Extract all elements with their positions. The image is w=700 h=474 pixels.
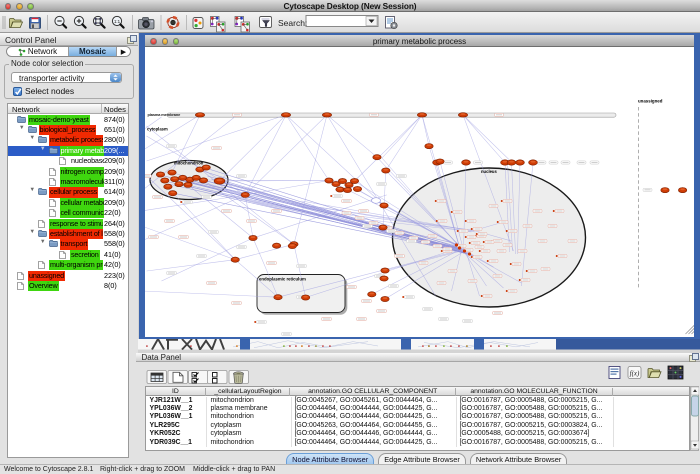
svg-text:1:1: 1:1	[114, 19, 121, 24]
svg-text:f(x): f(x)	[629, 370, 639, 378]
svg-text:nucleus: nucleus	[481, 169, 497, 174]
svg-text:unassigned: unassigned	[638, 99, 663, 104]
svg-text:plasma membrane: plasma membrane	[148, 113, 182, 118]
svg-text:mitochondrion: mitochondrion	[174, 161, 204, 166]
svg-text:cytoplasm: cytoplasm	[147, 127, 168, 132]
svg-text:endoplasmic reticulum: endoplasmic reticulum	[259, 277, 306, 282]
